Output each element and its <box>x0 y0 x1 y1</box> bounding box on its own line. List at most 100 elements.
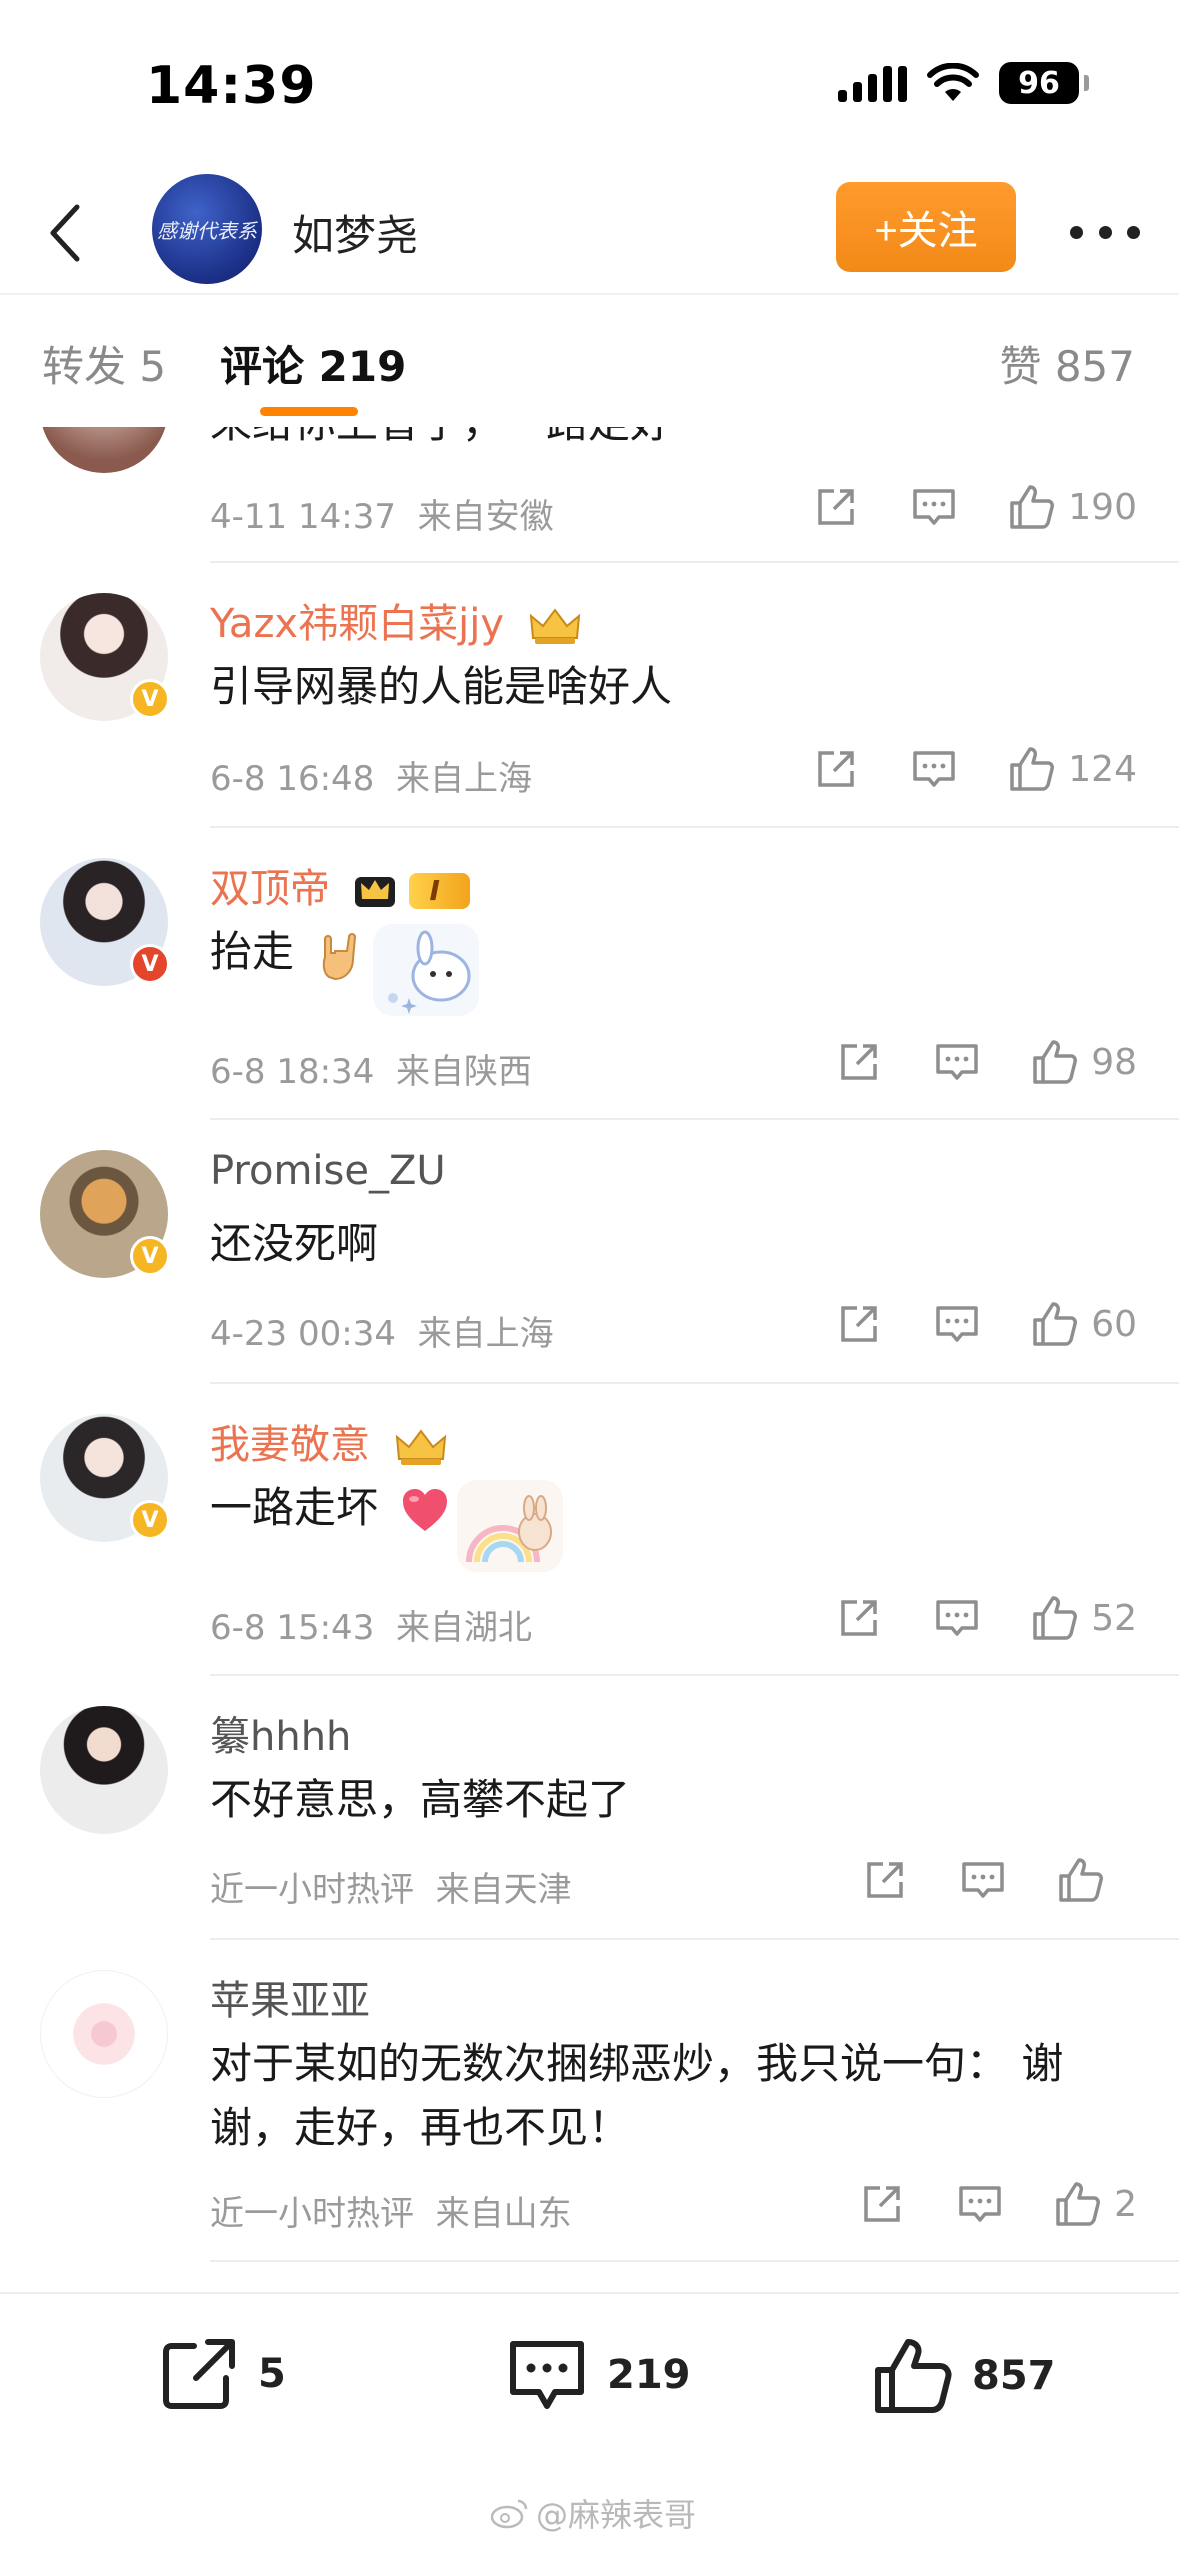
comment-time: 近一小时热评 <box>210 1870 414 1910</box>
like-count: 124 <box>1068 748 1137 790</box>
verified-badge-icon: V <box>130 944 170 984</box>
comment-text: 引导网暴的人能是啥好人 <box>210 662 673 711</box>
vip-level-badge: I <box>409 873 470 909</box>
header: 感谢代表系 如梦尧 +关注 <box>0 170 1179 295</box>
rainbow-bunny-sticker-icon <box>456 1480 563 1572</box>
user-avatar[interactable]: V <box>40 593 170 721</box>
comment-actions: 98 <box>835 1038 1137 1086</box>
repost-button[interactable]: 5 <box>160 2336 286 2412</box>
comment-item: 来给你上香了，一路走好 4-11 14:37 来自安徽 190 <box>0 427 1179 563</box>
comment-text-content: 一路走坏 <box>210 1483 379 1532</box>
comment-meta: 4-23 00:34 来自上海 <box>210 1306 554 1355</box>
thumb-up-icon <box>1033 1302 1078 1346</box>
comment-list[interactable]: 来给你上香了，一路走好 4-11 14:37 来自安徽 190 V Yazx祎颗… <box>0 427 1179 2292</box>
share-icon[interactable] <box>812 483 860 531</box>
status-bar: 14:39 96 <box>0 0 1179 170</box>
reply-icon[interactable] <box>933 1300 981 1348</box>
like-button[interactable]: 98 <box>1031 1038 1137 1086</box>
comment-location: 来自上海 <box>417 1314 554 1354</box>
user-avatar[interactable]: V <box>40 1150 170 1278</box>
comment-icon <box>510 2341 584 2409</box>
comment-item: 苹果亚亚 对于某如的无数次捆绑恶炒，我只说一句： 谢谢，走好，再也不见！ 近一小… <box>0 1940 1179 2262</box>
signal-icon <box>838 64 907 102</box>
comment-meta: 4-11 14:37 来自安徽 <box>210 489 554 538</box>
comment-time: 6-8 16:48 <box>210 759 375 799</box>
comment-meta: 6-8 15:43 来自湖北 <box>210 1600 532 1649</box>
user-avatar[interactable] <box>40 1970 168 2098</box>
comment-item: 纂hhhh 不好意思，高攀不起了 近一小时热评 来自天津 <box>0 1676 1179 1940</box>
follow-button[interactable]: +关注 <box>836 182 1016 272</box>
user-avatar[interactable] <box>40 1706 168 1834</box>
back-icon[interactable] <box>30 188 100 278</box>
tab-active-indicator <box>260 407 358 416</box>
comment-time: 6-8 18:34 <box>210 1052 375 1092</box>
comment-location: 来自安徽 <box>417 497 554 537</box>
username[interactable]: 我妻敬意 <box>210 1412 449 1470</box>
header-user-name[interactable]: 如梦尧 <box>292 202 418 263</box>
tab-like[interactable]: 赞 857 <box>999 333 1135 394</box>
comment-text: 不好意思，高攀不起了 <box>210 1775 631 1824</box>
like-button[interactable]: 2 <box>1054 2180 1137 2228</box>
comment-actions: 52 <box>835 1594 1137 1642</box>
like-count: 60 <box>1091 1303 1137 1345</box>
user-avatar[interactable] <box>40 427 168 473</box>
comment-location: 来自山东 <box>435 2194 572 2234</box>
share-icon[interactable] <box>835 1300 883 1348</box>
comment-time: 4-23 00:34 <box>210 1314 396 1354</box>
thumb-up-icon <box>1059 1858 1103 1902</box>
comment-actions: 190 <box>812 483 1137 531</box>
share-icon[interactable] <box>812 745 860 793</box>
comment-item: V Yazx祎颗白菜jjy 引导网暴的人能是啥好人 6-8 16:48 来自上海… <box>0 563 1179 828</box>
like-button[interactable]: 190 <box>1008 483 1137 531</box>
comment-item: V Promise_ZU 还没死啊 4-23 00:34 来自上海 60 <box>0 1120 1179 1384</box>
watermark-text: @麻辣表哥 <box>536 2496 697 2534</box>
like-count: 2 <box>1114 2183 1137 2225</box>
verified-badge-icon: V <box>130 1236 170 1276</box>
comment-button[interactable]: 219 <box>505 2336 691 2414</box>
like-post-button[interactable]: 857 <box>872 2336 1056 2416</box>
like-button[interactable] <box>1057 1856 1137 1904</box>
comment-time: 近一小时热评 <box>210 2194 414 2234</box>
tab-bar: 转发 5 评论 219 赞 857 <box>0 297 1179 427</box>
thumb-up-icon <box>1056 2182 1101 2226</box>
share-icon[interactable] <box>858 2180 906 2228</box>
comment-text: 一路走坏 <box>210 1476 1119 1576</box>
user-avatar[interactable]: V <box>40 858 170 986</box>
user-avatar[interactable]: V <box>40 1414 170 1542</box>
reply-icon[interactable] <box>956 2180 1004 2228</box>
more-icon[interactable] <box>1060 200 1150 264</box>
username-text: 我妻敬意 <box>210 1422 370 1468</box>
username[interactable]: 纂hhhh <box>210 1704 351 1762</box>
comment-count: 219 <box>607 2352 691 2398</box>
username[interactable]: 双顶帝 I <box>210 856 470 914</box>
wifi-icon <box>927 63 979 101</box>
like-button[interactable]: 52 <box>1031 1594 1137 1642</box>
tab-comment[interactable]: 评论 219 <box>220 333 406 394</box>
share-icon[interactable] <box>861 1856 909 1904</box>
like-button[interactable]: 124 <box>1008 745 1137 793</box>
comment-meta: 6-8 16:48 来自上海 <box>210 751 532 800</box>
thumb-up-icon <box>1010 485 1055 529</box>
reply-icon[interactable] <box>933 1594 981 1642</box>
like-count: 98 <box>1091 1041 1137 1083</box>
comment-text: 对于某如的无数次捆绑恶炒，我只说一句： 谢谢，走好，再也不见！ <box>210 2039 1064 2152</box>
reply-icon[interactable] <box>910 745 958 793</box>
comment-location: 来自湖北 <box>395 1608 532 1648</box>
username[interactable]: Promise_ZU <box>210 1148 446 1194</box>
tab-repost[interactable]: 转发 5 <box>42 333 166 394</box>
reply-icon[interactable] <box>933 1038 981 1086</box>
like-button[interactable]: 60 <box>1031 1300 1137 1348</box>
username[interactable]: Yazx祎颗白菜jjy <box>210 591 583 649</box>
share-icon[interactable] <box>835 1594 883 1642</box>
repost-count: 5 <box>258 2351 286 2397</box>
header-avatar[interactable]: 感谢代表系 <box>152 174 262 284</box>
share-icon[interactable] <box>835 1038 883 1086</box>
comment-text: 还没死啊 <box>210 1219 379 1268</box>
comment-item: V 双顶帝 I 抬走 6-8 18:34 来自陕西 98 <box>0 828 1179 1120</box>
comment-actions: 2 <box>858 2180 1137 2228</box>
comment-actions: 124 <box>812 745 1137 793</box>
reply-icon[interactable] <box>910 483 958 531</box>
reply-icon[interactable] <box>959 1856 1007 1904</box>
username[interactable]: 苹果亚亚 <box>210 1968 370 2026</box>
comment-actions: 60 <box>835 1300 1137 1348</box>
